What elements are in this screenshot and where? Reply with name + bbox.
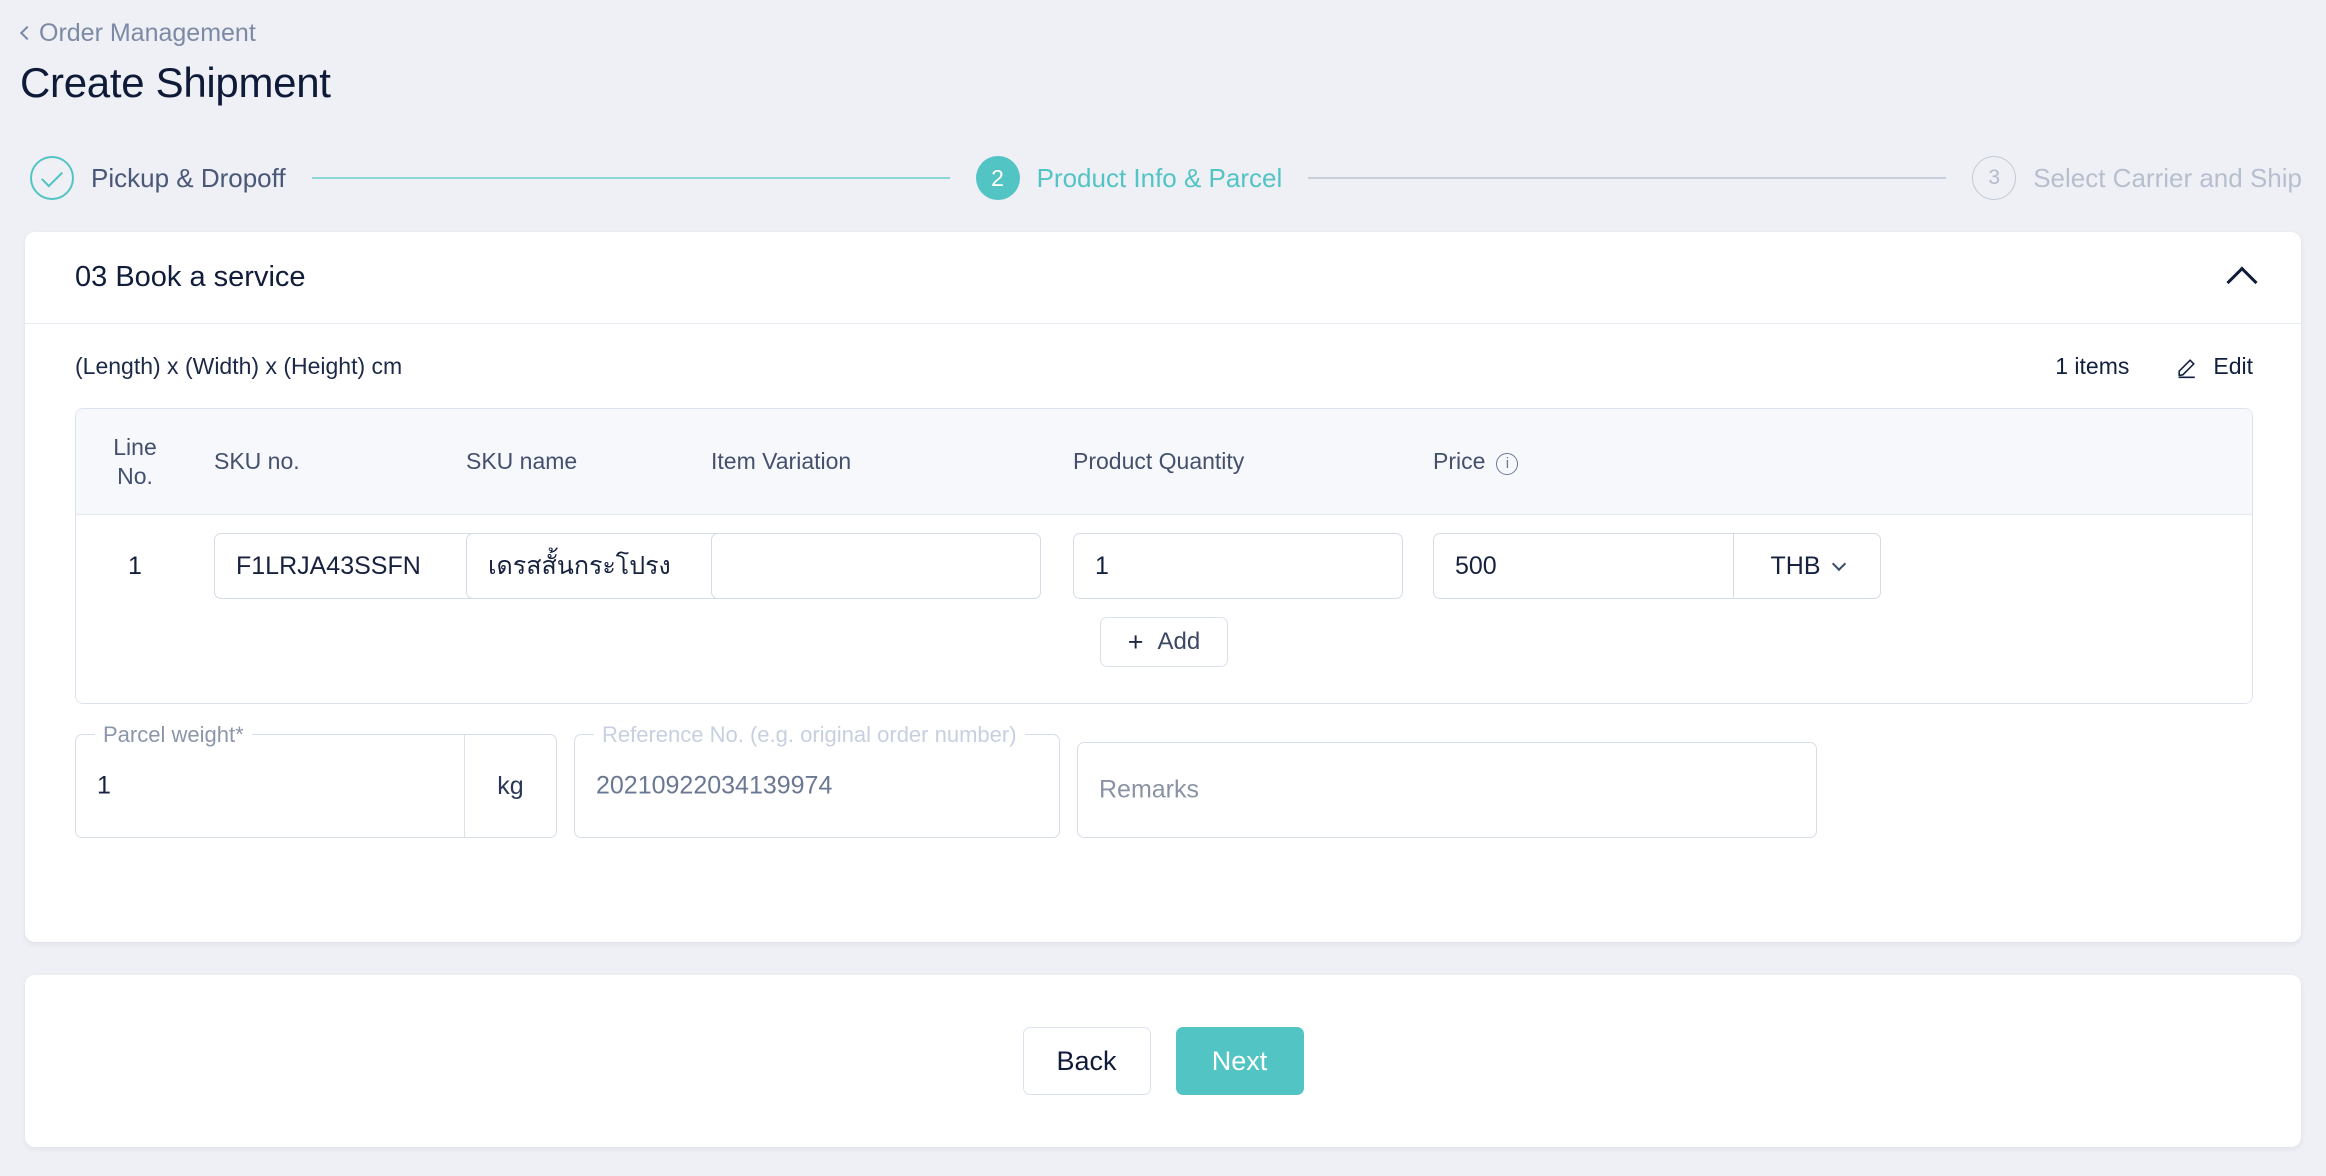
stepper: Pickup & Dropoff 2 Product Info & Parcel… <box>30 152 2302 204</box>
item-table-header-row: Line No. SKU no. SKU name Item Variation… <box>76 409 2252 515</box>
step-1-check-icon <box>30 156 74 200</box>
row-line-no: 1 <box>128 551 142 580</box>
row-sku-name-cell <box>446 533 796 599</box>
chevron-down-icon <box>1831 556 1846 571</box>
parcel-weight-value: 1 <box>97 771 111 800</box>
book-a-service-card: 03 Book a service (Length) x (Width) x (… <box>25 232 2301 942</box>
step-2-label: Product Info & Parcel <box>1036 163 1283 193</box>
row-sku-no-cell <box>194 533 544 599</box>
step-3-marker: 3 <box>1972 156 2017 200</box>
row-item-variation-cell <box>691 533 1053 599</box>
remarks-placeholder: Remarks <box>1099 775 1200 804</box>
card-header: 03 Book a service <box>25 232 2301 324</box>
meta-actions: 1 items Edit <box>2055 353 2253 380</box>
price-group: THB <box>1433 533 1881 599</box>
column-header-sku-name: SKU name <box>466 448 578 474</box>
next-button[interactable]: Next <box>1175 1027 1304 1095</box>
items-count: 1 items <box>2055 352 2130 379</box>
back-button[interactable]: Back <box>1022 1027 1151 1095</box>
table-meta-row: (Length) x (Width) x (Height) cm 1 items… <box>75 324 2253 408</box>
card-body: (Length) x (Width) x (Height) cm 1 items… <box>25 324 2301 838</box>
product-quantity-input[interactable] <box>1073 533 1403 599</box>
create-shipment-page: Order Management Create Shipment Pickup … <box>0 0 2326 1176</box>
required-asterisk: * <box>235 722 244 747</box>
step-2-marker: 2 <box>975 156 1020 200</box>
dimensions-hint: (Length) x (Width) x (Height) cm <box>75 352 403 379</box>
item-table: Line No. SKU no. SKU name Item Variation… <box>75 408 2253 704</box>
column-header-sku-no: SKU no. <box>214 448 300 474</box>
edit-button[interactable]: Edit <box>2175 353 2253 380</box>
breadcrumb[interactable]: Order Management <box>19 18 256 48</box>
column-header-product-quantity: Product Quantity <box>1073 448 1245 474</box>
footer-actions: Back Next <box>25 975 2301 1147</box>
add-label: Add <box>1157 628 1201 655</box>
price-input[interactable] <box>1433 533 1733 599</box>
step-1-label: Pickup & Dropoff <box>91 163 286 193</box>
card-title: 03 Book a service <box>75 261 306 293</box>
column-header-item-variation: Item Variation <box>711 448 852 474</box>
currency-select[interactable]: THB <box>1733 533 1881 599</box>
row-product-quantity-cell <box>1053 533 1413 599</box>
add-row: + Add <box>76 617 2252 667</box>
column-header-line-no: Line No. <box>76 433 194 491</box>
chevron-up-icon[interactable] <box>2226 266 2258 298</box>
remarks-field[interactable]: Remarks <box>1077 742 1817 838</box>
edit-label: Edit <box>2213 352 2253 379</box>
bottom-fields: Parcel weight* 1 kg Reference No. (e.g. … <box>75 723 2253 838</box>
price-label: Price <box>1433 448 1486 474</box>
table-row: 1 F1LRJA43SSFN เดรสสั้นกระโปรง 1 500 THB <box>76 515 2252 617</box>
step-3-label: Select Carrier and Ship <box>2033 163 2302 193</box>
parcel-weight-label: Parcel weight <box>103 722 236 747</box>
step-connector-1 <box>311 177 950 179</box>
info-icon[interactable]: i <box>1496 452 1519 475</box>
item-variation-input[interactable] <box>711 533 1041 599</box>
page-title: Create Shipment <box>20 59 331 106</box>
reference-no-legend: Reference No. (e.g. original order numbe… <box>594 723 1025 747</box>
item-table-body: 1 F1LRJA43SSFN เดรสสั้นกระโปรง 1 500 THB… <box>76 515 2252 703</box>
pencil-icon <box>2178 358 2196 378</box>
step-select-carrier-ship[interactable]: 3 Select Carrier and Ship <box>1972 156 2302 200</box>
column-header-price: Price i <box>1413 447 1813 476</box>
footer-card: Back Next <box>25 975 2301 1147</box>
parcel-weight-field[interactable]: Parcel weight* 1 kg <box>75 723 557 838</box>
step-connector-2 <box>1308 177 1947 179</box>
reference-no-field[interactable]: Reference No. (e.g. original order numbe… <box>574 723 1060 838</box>
breadcrumb-label: Order Management <box>39 19 256 47</box>
reference-no-value: 20210922034139974 <box>596 771 833 800</box>
parcel-weight-legend: Parcel weight* <box>95 723 252 747</box>
line-no-label-part1: Line <box>113 433 157 460</box>
currency-value: THB <box>1770 551 1821 580</box>
parcel-weight-unit: kg <box>464 735 556 837</box>
step-product-info-parcel[interactable]: 2 Product Info & Parcel <box>975 156 1283 200</box>
step-pickup-dropoff[interactable]: Pickup & Dropoff <box>30 156 286 200</box>
row-price-cell: THB <box>1413 533 1881 599</box>
add-item-button[interactable]: + Add <box>1099 617 1229 667</box>
plus-icon: + <box>1127 626 1144 657</box>
chevron-left-icon <box>19 25 35 41</box>
line-no-label-part2: No. <box>117 462 153 489</box>
